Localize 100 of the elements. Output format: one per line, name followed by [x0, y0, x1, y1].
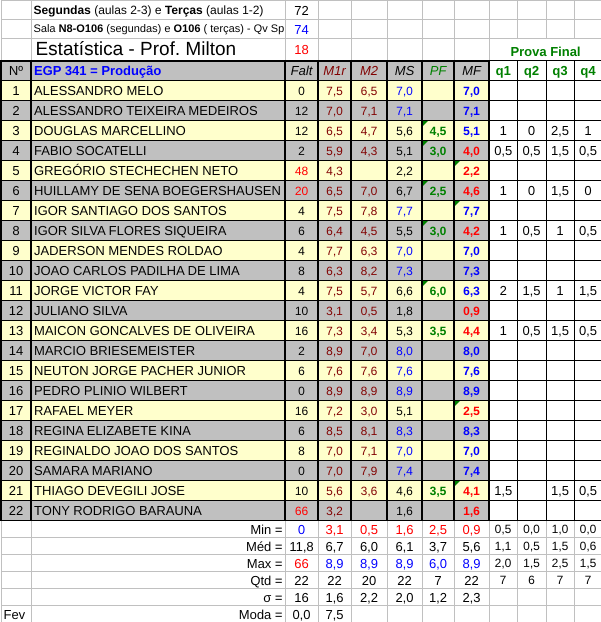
table-cell: 7 — [489, 572, 517, 588]
student-name: DOUGLAS MARCELLINO — [31, 120, 285, 140]
table-cell: 7,5 — [318, 80, 351, 100]
table-cell: 3,0 — [422, 140, 454, 160]
table-cell: 1,6 — [387, 500, 422, 520]
table-cell: 1,6 — [318, 588, 351, 606]
table-cell: 7,0 — [318, 460, 351, 480]
table-cell: 66 — [285, 554, 318, 572]
table-cell: 0,5 — [517, 220, 546, 240]
table-cell: 1,8 — [387, 300, 422, 320]
table-cell: 0 — [517, 180, 546, 200]
table-cell: 74 — [285, 20, 318, 38]
table-cell: 7 — [546, 572, 574, 588]
student-name: REGINALDO JOAO DOS SANTOS — [31, 440, 285, 460]
table-cell: 5,6 — [454, 538, 489, 554]
table-cell: 3,6 — [351, 480, 387, 500]
table-cell: 5,1 — [454, 120, 489, 140]
table-cell: 4,3 — [351, 140, 387, 160]
table-cell: 2,5 — [546, 120, 574, 140]
student-name: REGINA ELIZABETE KINA — [31, 420, 285, 440]
table-cell: 1,5 — [489, 480, 517, 500]
table-cell: 4,5 — [351, 220, 387, 240]
student-name: ALESSANDRO MELO — [31, 80, 285, 100]
table-cell: 0,5 — [574, 220, 601, 240]
table-cell: 1 — [546, 280, 574, 300]
table-cell: 7,0 — [387, 440, 422, 460]
row-number: 1 — [1, 80, 31, 100]
table-cell: 0 — [574, 180, 601, 200]
table-cell: 7,8 — [351, 200, 387, 220]
table-cell: 16 — [285, 588, 318, 606]
table-cell: 8,9 — [351, 554, 387, 572]
table-cell: 8 — [285, 260, 318, 280]
table-cell: 1,5 — [546, 320, 574, 340]
table-cell: 7,0 — [318, 100, 351, 120]
table-cell: 1 — [574, 120, 601, 140]
row-number: 21 — [1, 480, 31, 500]
table-cell: 0,5 — [517, 140, 546, 160]
row-number: 4 — [1, 140, 31, 160]
student-name: TONY RODRIGO BARAUNA — [31, 500, 285, 520]
table-cell: 8,9 — [454, 554, 489, 572]
table-cell: 2,5 — [454, 400, 489, 420]
table-cell: 3,0 — [422, 220, 454, 240]
table-cell: 72 — [285, 0, 318, 20]
row-number: 22 — [1, 500, 31, 520]
table-cell: Fev — [1, 606, 31, 622]
table-cell: 8,9 — [351, 380, 387, 400]
student-name: HUILLAMY DE SENA BOEGERSHAUSEN — [31, 180, 285, 200]
table-cell: 0,0 — [517, 520, 546, 538]
table-cell: 7,7 — [318, 240, 351, 260]
table-cell: 0 — [285, 460, 318, 480]
table-cell: 0,5 — [517, 320, 546, 340]
table-cell: 5,6 — [387, 120, 422, 140]
table-cell: 1,5 — [517, 554, 546, 572]
table-cell: 5,5 — [387, 220, 422, 240]
table-cell: 2,2 — [454, 160, 489, 180]
table-cell: 8,5 — [318, 420, 351, 440]
table-cell: 0 — [517, 120, 546, 140]
table-cell: 0 — [285, 520, 318, 538]
student-name: ALESSANDRO TEIXEIRA MEDEIROS — [31, 100, 285, 120]
table-cell: 0,5 — [489, 140, 517, 160]
student-name: RAFAEL MEYER — [31, 400, 285, 420]
student-name: GREGÓRIO STECHECHEN NETO — [31, 160, 285, 180]
table-cell: 1 — [489, 220, 517, 240]
table-cell: 8,0 — [454, 340, 489, 360]
table-cell: 7,3 — [318, 320, 351, 340]
student-name: JOAO CARLOS PADILHA DE LIMA — [31, 260, 285, 280]
table-cell: 7,3 — [387, 260, 422, 280]
row-number: 19 — [1, 440, 31, 460]
table-cell: 22 — [318, 572, 351, 588]
table-cell: 2,3 — [454, 588, 489, 606]
row-label: Qtd = — [31, 572, 285, 588]
table-cell: 0,5 — [574, 140, 601, 160]
table-cell: 8,9 — [387, 554, 422, 572]
row-label: σ = — [31, 588, 285, 606]
table-cell: 0 — [285, 80, 318, 100]
student-name: JORGE VICTOR FAY — [31, 280, 285, 300]
row-number: 14 — [1, 340, 31, 360]
row-number: 20 — [1, 460, 31, 480]
column-header: q2 — [517, 60, 546, 80]
table-cell: 20 — [285, 180, 318, 200]
column-header: M2 — [351, 60, 387, 80]
table-cell: 0,5 — [574, 320, 601, 340]
column-header: q4 — [574, 60, 601, 80]
table-cell: 6 — [285, 360, 318, 380]
table-cell: 3,7 — [422, 538, 454, 554]
table-cell: 7,6 — [351, 360, 387, 380]
table-cell: 7,5 — [318, 200, 351, 220]
student-name: FABIO SOCATELLI — [31, 140, 285, 160]
table-cell: 4 — [285, 240, 318, 260]
table-cell: 7,5 — [318, 280, 351, 300]
table-cell: 1 — [489, 180, 517, 200]
table-cell: 5,3 — [387, 320, 422, 340]
table-cell: 2,0 — [387, 588, 422, 606]
column-header: M1r — [318, 60, 351, 80]
table-cell: 6,7 — [318, 538, 351, 554]
row-label: Max = — [31, 554, 285, 572]
table-cell: 4,7 — [351, 120, 387, 140]
table-cell: 7,2 — [318, 400, 351, 420]
row-number: 6 — [1, 180, 31, 200]
table-cell: 0 — [285, 380, 318, 400]
